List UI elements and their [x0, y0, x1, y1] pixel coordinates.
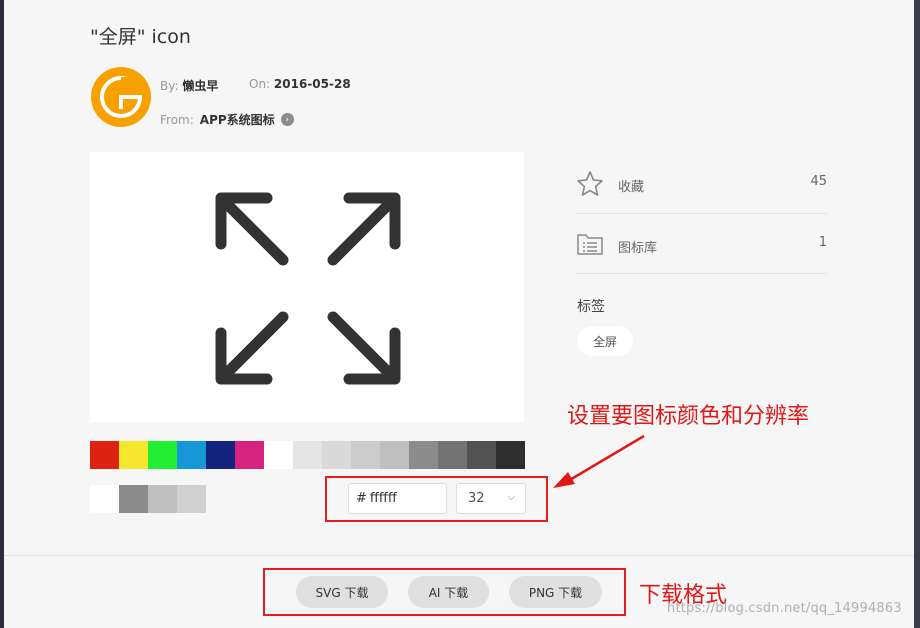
annotation-arrow-icon — [553, 434, 645, 488]
color-swatch[interactable] — [438, 441, 467, 469]
color-swatch[interactable] — [148, 485, 177, 513]
color-swatch[interactable] — [322, 441, 351, 469]
meta-date-value: 2016-05-28 — [273, 77, 351, 91]
color-swatch[interactable] — [177, 441, 206, 469]
favorite-row[interactable]: 收藏 45 — [576, 153, 827, 214]
meta-source[interactable]: From: APP系统图标 › — [160, 111, 294, 128]
meta-author: By: 懒虫早 — [160, 77, 218, 94]
tags-heading: 标签 — [577, 299, 605, 315]
color-swatch[interactable] — [177, 485, 206, 513]
meta-source-label: From: — [160, 112, 194, 127]
color-swatch[interactable] — [264, 441, 293, 469]
color-swatch[interactable] — [409, 441, 438, 469]
window-edge-right — [914, 0, 920, 628]
download-highlight-box — [263, 568, 626, 616]
color-swatch[interactable] — [148, 441, 177, 469]
color-swatch[interactable] — [380, 441, 409, 469]
library-row[interactable]: 图标库 1 — [576, 213, 827, 274]
icon-preview — [90, 152, 524, 422]
color-swatch[interactable] — [206, 441, 235, 469]
chevron-right-icon[interactable]: › — [280, 113, 294, 126]
color-swatch[interactable] — [119, 441, 148, 469]
recent-color-swatch-row — [90, 485, 206, 513]
color-swatch[interactable] — [467, 441, 496, 469]
color-swatch[interactable] — [293, 441, 322, 469]
settings-annotation: 设置要图标颜色和分辨率 — [567, 404, 810, 429]
color-swatch[interactable] — [235, 441, 264, 469]
favorite-label: 收藏 — [618, 180, 645, 195]
meta-source-value[interactable]: APP系统图标 — [200, 111, 275, 128]
color-swatch-row — [90, 441, 525, 469]
settings-highlight-box — [325, 476, 548, 522]
library-label: 图标库 — [618, 241, 658, 256]
folder-list-icon[interactable] — [576, 232, 604, 256]
color-swatch[interactable] — [90, 485, 119, 513]
meta-author-label: By: — [160, 79, 179, 93]
page-title: "全屏" icon — [90, 26, 191, 48]
star-icon[interactable] — [576, 170, 604, 197]
color-swatch[interactable] — [119, 485, 148, 513]
favorite-count: 45 — [810, 174, 827, 189]
color-swatch[interactable] — [90, 441, 119, 469]
color-swatch[interactable] — [496, 441, 525, 469]
meta-date-label: On: — [249, 77, 271, 91]
library-count: 1 — [818, 235, 827, 250]
author-avatar[interactable] — [90, 66, 152, 128]
meta-date: On: 2016-05-28 — [249, 77, 351, 91]
meta-author-value[interactable]: 懒虫早 — [182, 79, 218, 93]
watermark-text: https://blog.csdn.net/qq_14994863 — [667, 601, 902, 616]
fullscreen-arrows-icon — [215, 192, 401, 385]
tag-fullscreen[interactable]: 全屏 — [577, 326, 633, 356]
color-swatch[interactable] — [351, 441, 380, 469]
